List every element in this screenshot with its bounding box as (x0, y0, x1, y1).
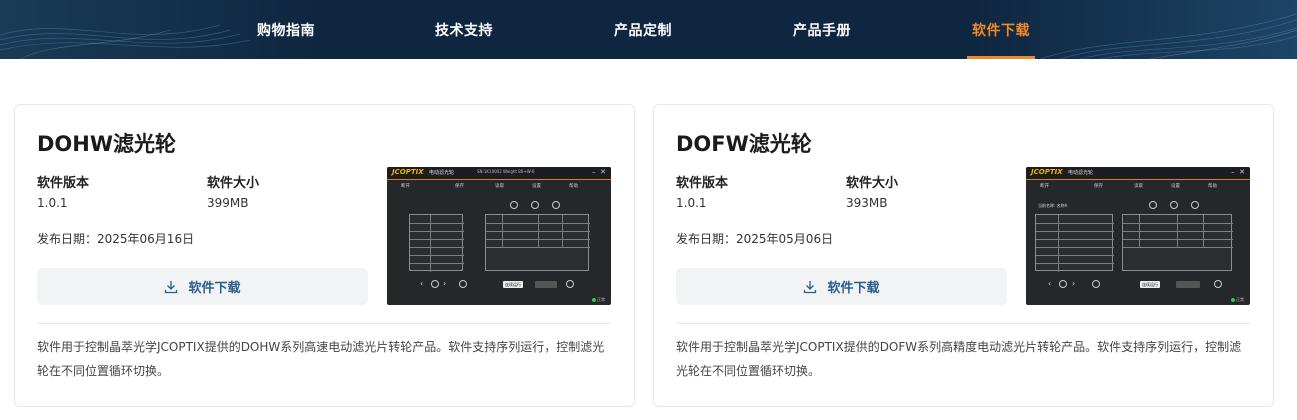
software-screenshot: JCOPTIX 电动滤光轮 SN:1K10002 Weight 80+W-6 –… (387, 167, 611, 305)
window-controls-icon: – ✕ (1231, 168, 1245, 176)
top-nav: 购物指南 技术支持 产品定制 产品手册 软件下载 (0, 0, 1297, 59)
refresh-icon (1092, 280, 1100, 288)
screenshot-logo: JCOPTIX (392, 168, 424, 176)
screenshot-menu-item: 读取 (495, 184, 504, 189)
screenshot-menu-item: 帮助 (569, 184, 578, 189)
divider (37, 323, 611, 324)
screenshot-app-name: 电动滤光轮 (1068, 170, 1094, 176)
screenshot-position-table (1035, 214, 1114, 272)
delete-icon (552, 201, 560, 209)
software-description: 软件用于控制晶萃光学JCOPTIX提供的DOFW系列高精度电动滤光片转轮产品。软… (676, 340, 1242, 378)
window-controls-icon: – ✕ (592, 168, 606, 176)
screenshot-menu-item: 设置 (1171, 184, 1180, 189)
nav-item-customization[interactable]: 产品定制 (607, 0, 679, 59)
divider (676, 323, 1250, 324)
screenshot-sequence-table (485, 214, 590, 271)
software-card-dohw: DOHW滤光轮 软件版本 软件大小 1.0.1 399MB 发布日期：2025年… (14, 104, 635, 407)
screenshot-menu-item: 帮助 (1208, 184, 1217, 189)
nav-item-shopping-guide[interactable]: 购物指南 (250, 0, 322, 59)
release-date: 发布日期：2025年06月16日 (37, 232, 195, 246)
screenshot-sequence-table (1122, 214, 1233, 271)
download-button[interactable]: 软件下载 (676, 268, 1007, 305)
software-screenshot: JCOPTIX 电动滤光轮 – ✕ 断开 保存 读取 设置 帮助 当前名称: 名… (1026, 167, 1250, 305)
size-value: 399MB (207, 196, 249, 210)
stop-icon (431, 280, 439, 288)
card-title: DOFW滤光轮 (676, 132, 812, 156)
delete-icon (1191, 201, 1199, 209)
screenshot-menu-item: 设置 (532, 184, 541, 189)
next-icon: › (1072, 279, 1076, 288)
screenshot-status: 正常 (592, 297, 605, 303)
screenshot-menu-item: 读取 (1134, 184, 1143, 189)
size-value: 393MB (846, 196, 888, 210)
nav-item-manual[interactable]: 产品手册 (786, 0, 858, 59)
screenshot-current-name: 当前名称: 名称A (1038, 203, 1068, 208)
prev-icon: ‹ (420, 279, 424, 288)
nav-item-tech-support[interactable]: 技术支持 (428, 0, 500, 59)
download-icon (165, 280, 178, 293)
version-label: 软件版本 (676, 176, 729, 191)
screenshot-logo: JCOPTIX (1031, 168, 1063, 176)
play-icon (566, 280, 574, 288)
add-icon (510, 201, 518, 209)
download-button[interactable]: 软件下载 (37, 268, 368, 305)
play-icon (1214, 280, 1222, 288)
nav-item-software-download[interactable]: 软件下载 (965, 0, 1037, 59)
screenshot-menu-item: 断开 (1040, 184, 1049, 189)
version-value: 1.0.1 (37, 196, 68, 210)
screenshot-app-name: 电动滤光轮 (429, 170, 455, 176)
screenshot-status: 正常 (1231, 297, 1244, 303)
card-title: DOHW滤光轮 (37, 132, 177, 156)
download-button-label: 软件下载 (188, 281, 241, 296)
screenshot-subtitle: SN:1K10002 Weight 80+W-6 (477, 169, 535, 174)
loop-toggle: 连续运行 (503, 281, 523, 288)
size-label: 软件大小 (207, 176, 260, 191)
software-card-dofw: DOFW滤光轮 软件版本 软件大小 1.0.1 393MB 发布日期：2025年… (653, 104, 1274, 407)
size-label: 软件大小 (846, 176, 899, 191)
download-icon (804, 280, 817, 293)
loop-toggle: 连续运行 (1140, 281, 1160, 288)
version-label: 软件版本 (37, 176, 90, 191)
stop-icon (1059, 280, 1067, 288)
remove-icon (531, 201, 539, 209)
release-date: 发布日期：2025年05月06日 (676, 232, 834, 246)
prev-icon: ‹ (1048, 279, 1052, 288)
screenshot-menu-item: 断开 (401, 184, 410, 189)
version-value: 1.0.1 (676, 196, 707, 210)
screenshot-menu-item: 保存 (455, 184, 464, 189)
nav-active-indicator (967, 56, 1035, 59)
remove-icon (1170, 201, 1178, 209)
refresh-icon (459, 280, 467, 288)
screenshot-position-table (409, 214, 464, 272)
next-icon: › (443, 279, 447, 288)
software-description: 软件用于控制晶萃光学JCOPTIX提供的DOHW系列高速电动滤光片转轮产品。软件… (37, 340, 605, 378)
add-icon (1149, 201, 1157, 209)
screenshot-menu-item: 保存 (1094, 184, 1103, 189)
download-button-label: 软件下载 (827, 281, 880, 296)
